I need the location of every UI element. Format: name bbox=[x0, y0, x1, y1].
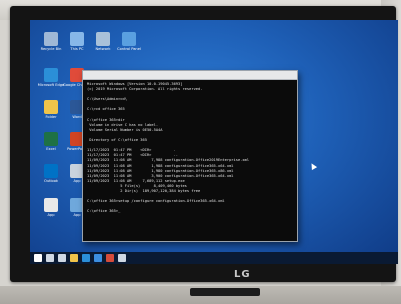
control-panel-icon bbox=[122, 32, 136, 46]
search-button[interactable] bbox=[46, 254, 54, 262]
task-view-button[interactable] bbox=[58, 254, 66, 262]
folder-icon bbox=[44, 100, 58, 114]
desktop-icon-label: Control Panel bbox=[117, 47, 141, 51]
desktop-screen: Recycle Bin This PC Network Control Panel Mi… bbox=[30, 20, 398, 264]
console-output[interactable]: Microsoft Windows [Version 10.0.19045.36… bbox=[83, 80, 297, 216]
command-prompt-window[interactable]: Microsoft Windows [Version 10.0.19045.36… bbox=[82, 70, 298, 242]
edge-icon bbox=[44, 68, 58, 82]
monitor-stand bbox=[190, 288, 260, 296]
console-line: C:\office 365>_ bbox=[87, 209, 121, 214]
edge-button[interactable] bbox=[82, 254, 90, 262]
monitor-bezel: Recycle Bin This PC Network Control Panel Mi… bbox=[10, 6, 398, 296]
this-pc-icon bbox=[70, 32, 84, 46]
mouse-cursor bbox=[308, 161, 318, 171]
store-button[interactable] bbox=[94, 254, 102, 262]
brand-logo: LG bbox=[234, 269, 251, 280]
recycle-bin-icon bbox=[44, 32, 58, 46]
cmd-button[interactable] bbox=[106, 254, 114, 262]
file-explorer-button[interactable] bbox=[70, 254, 78, 262]
window-titlebar[interactable] bbox=[83, 71, 297, 80]
excel-icon bbox=[44, 132, 58, 146]
network-icon bbox=[96, 32, 110, 46]
app-button[interactable] bbox=[118, 254, 126, 262]
taskbar bbox=[30, 252, 398, 264]
desktop-icon[interactable]: Control Panel bbox=[112, 32, 146, 51]
app-icon bbox=[44, 198, 58, 212]
outlook-icon bbox=[44, 164, 58, 178]
start-button[interactable] bbox=[34, 254, 42, 262]
